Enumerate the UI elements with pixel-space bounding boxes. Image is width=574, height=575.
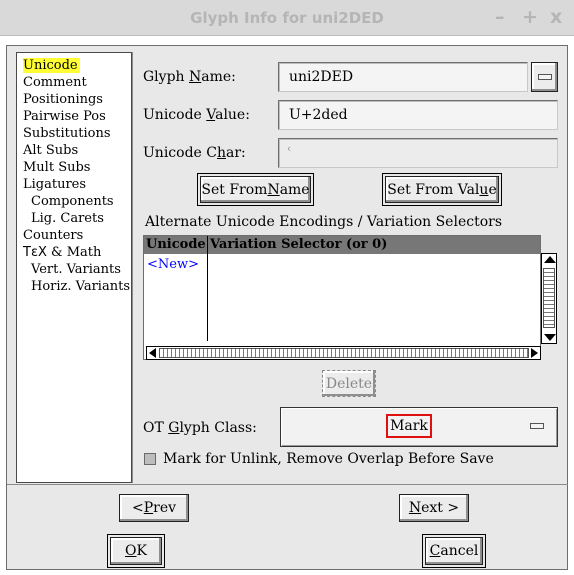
- table-header: Unicode Variation Selector (or 0): [144, 236, 540, 254]
- glyph-name-field[interactable]: uni2DED: [278, 62, 528, 92]
- prev-button[interactable]: < Prev: [119, 494, 189, 522]
- sidebar-item-components[interactable]: Components: [31, 194, 114, 209]
- menu-icon: [537, 74, 552, 80]
- unicode-value-field[interactable]: U+2ded: [278, 100, 558, 130]
- minimize-icon[interactable]: –: [495, 6, 505, 28]
- alt-encodings-table[interactable]: Unicode Variation Selector (or 0) <New>: [143, 235, 541, 360]
- dropdown-icon: [530, 423, 544, 429]
- sidebar-item-comment[interactable]: Comment: [23, 75, 87, 90]
- sidebar-item-substitutions[interactable]: Substitutions: [23, 126, 111, 141]
- sidebar-item-vert-variants[interactable]: Vert. Variants: [31, 262, 121, 277]
- ot-glyph-class-select[interactable]: Mark: [280, 407, 558, 447]
- delete-button[interactable]: Delete: [322, 370, 376, 397]
- sidebar-item-lig-carets[interactable]: Lig. Carets: [31, 211, 104, 226]
- sidebar-item-alt-subs[interactable]: Alt Subs: [23, 143, 78, 158]
- cancel-button[interactable]: Cancel: [422, 534, 486, 568]
- glyph-name-menu-button[interactable]: [531, 62, 558, 92]
- maximize-icon[interactable]: +: [522, 6, 538, 28]
- math-label: & Math: [46, 245, 102, 260]
- glyph-name-label: Glyph Name:: [143, 69, 236, 85]
- sidebar-item-mult-subs[interactable]: Mult Subs: [23, 160, 90, 175]
- sidebar-separator: [132, 52, 133, 483]
- window-title: Glyph Info for uni2DED: [190, 9, 384, 27]
- sidebar-item-positionings[interactable]: Positionings: [23, 92, 103, 107]
- sidebar-item-counters[interactable]: Counters: [23, 228, 83, 243]
- footer-separator: [7, 484, 568, 485]
- unicode-char-field[interactable]: ⷭ: [278, 138, 558, 168]
- ot-glyph-class-label: OT Glyph Class:: [143, 420, 257, 436]
- sidebar-item-unicode[interactable]: Unicode: [23, 58, 80, 73]
- sidebar-item-tex-math[interactable]: TεX & Math: [23, 245, 101, 260]
- sidebar-item-pairwise-pos[interactable]: Pairwise Pos: [23, 109, 106, 124]
- new-row-entry[interactable]: <New>: [147, 257, 199, 272]
- mark-for-unlink-label: Mark for Unlink, Remove Overlap Before S…: [163, 451, 494, 467]
- unicode-value-label: Unicode Value:: [143, 107, 250, 123]
- table-vertical-scrollbar[interactable]: [541, 253, 557, 344]
- ok-button[interactable]: OK: [107, 534, 165, 568]
- column-divider: [207, 236, 208, 341]
- ot-glyph-class-value: Mark: [386, 414, 432, 438]
- set-from-value-button[interactable]: Set From Val u e: [382, 173, 502, 206]
- scroll-down-icon[interactable]: [544, 334, 556, 341]
- vertical-scroll-thumb[interactable]: [543, 268, 555, 328]
- next-button[interactable]: Next >: [399, 494, 469, 522]
- scroll-up-icon[interactable]: [544, 256, 556, 263]
- scroll-left-icon[interactable]: [149, 348, 156, 358]
- sidebar-item-horiz-variants[interactable]: Horiz. Variants: [31, 279, 130, 294]
- tex-label: TεX: [23, 245, 47, 260]
- alt-encodings-title: Alternate Unicode Encodings / Variation …: [145, 214, 502, 230]
- set-from-name-button[interactable]: Set From Name: [197, 173, 314, 206]
- title-bar: Glyph Info for uni2DED – + x: [0, 0, 574, 36]
- column-header-unicode[interactable]: Unicode: [146, 237, 206, 252]
- sidebar-item-ligatures[interactable]: Ligatures: [23, 177, 86, 192]
- horizontal-scroll-thumb[interactable]: [159, 348, 529, 358]
- sidebar: Unicode Comment Positionings Pairwise Po…: [16, 52, 132, 483]
- unicode-char-label: Unicode Char:: [143, 145, 246, 161]
- close-icon[interactable]: x: [550, 6, 562, 28]
- scroll-right-icon[interactable]: [531, 348, 538, 358]
- column-header-variation-selector[interactable]: Variation Selector (or 0): [210, 237, 387, 252]
- table-horizontal-scrollbar[interactable]: [146, 346, 541, 360]
- mark-for-unlink-checkbox[interactable]: [144, 453, 156, 465]
